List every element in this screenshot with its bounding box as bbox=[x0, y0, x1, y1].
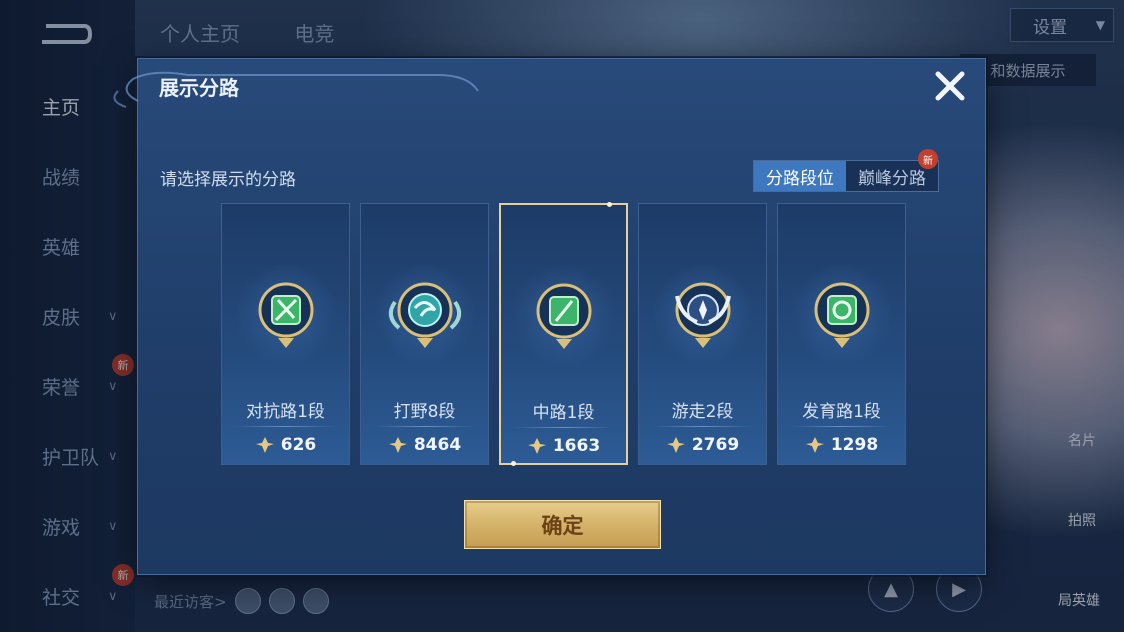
lane-rank-label: 发育路1段 bbox=[802, 402, 881, 422]
lane-card[interactable]: 对抗路1段 626 bbox=[221, 203, 350, 465]
score-icon bbox=[527, 438, 546, 454]
divider bbox=[236, 426, 335, 427]
close-button[interactable] bbox=[932, 68, 968, 104]
selection-corner-dot bbox=[511, 461, 516, 466]
lane-rank-label: 打野8段 bbox=[393, 402, 456, 422]
mid-emblem-icon bbox=[516, 267, 612, 363]
lane-card[interactable]: 游走2段 2769 bbox=[638, 203, 767, 465]
selection-prompt: 请选择展示的分路 bbox=[160, 170, 296, 190]
lane-display-dialog: 展示分路 请选择展示的分路 分路段位 巅峰分路 新 对抗路1段 626 打野8段… bbox=[113, 58, 986, 575]
sword-emblem-icon bbox=[238, 266, 334, 362]
lane-card[interactable]: 发育路1段 1298 bbox=[777, 203, 906, 465]
divider bbox=[792, 426, 891, 427]
divider bbox=[653, 426, 752, 427]
new-badge: 新 bbox=[918, 149, 938, 169]
wings-emblem-icon bbox=[655, 266, 751, 362]
score-icon bbox=[666, 437, 685, 453]
confirm-button[interactable]: 确定 bbox=[464, 500, 661, 549]
score-icon bbox=[388, 437, 407, 453]
toggle-peak-lane[interactable]: 巅峰分路 新 bbox=[846, 149, 938, 191]
lane-score-value: 2769 bbox=[691, 435, 740, 455]
divider bbox=[375, 426, 474, 427]
lane-score-value: 626 bbox=[280, 435, 317, 455]
lane-score: 1298 bbox=[778, 435, 905, 455]
divider bbox=[515, 427, 612, 428]
lane-score-value: 8464 bbox=[413, 435, 462, 455]
lane-score: 2769 bbox=[639, 435, 766, 455]
coin-emblem-icon bbox=[794, 266, 890, 362]
dragon-emblem-icon bbox=[377, 266, 473, 362]
lane-rank-label: 对抗路1段 bbox=[246, 402, 325, 422]
dialog-title: 展示分路 bbox=[159, 76, 239, 100]
toggle-lane-rank[interactable]: 分路段位 bbox=[754, 161, 846, 191]
lane-card[interactable]: 中路1段 1663 bbox=[499, 202, 628, 466]
toggle-peak-label: 巅峰分路 bbox=[858, 168, 926, 189]
close-icon bbox=[935, 71, 965, 101]
lane-score-value: 1663 bbox=[552, 436, 601, 456]
lane-rank-label: 游走2段 bbox=[671, 402, 734, 422]
lane-score: 1663 bbox=[501, 436, 626, 456]
lane-score: 626 bbox=[222, 435, 349, 455]
score-icon bbox=[805, 437, 824, 453]
lane-card[interactable]: 打野8段 8464 bbox=[360, 203, 489, 465]
lane-score-value: 1298 bbox=[830, 435, 879, 455]
lane-score: 8464 bbox=[361, 435, 488, 455]
selection-corner-dot bbox=[607, 202, 612, 207]
score-icon bbox=[255, 437, 274, 453]
lane-rank-label: 中路1段 bbox=[532, 403, 595, 423]
lane-mode-toggle: 分路段位 巅峰分路 新 bbox=[753, 149, 939, 192]
